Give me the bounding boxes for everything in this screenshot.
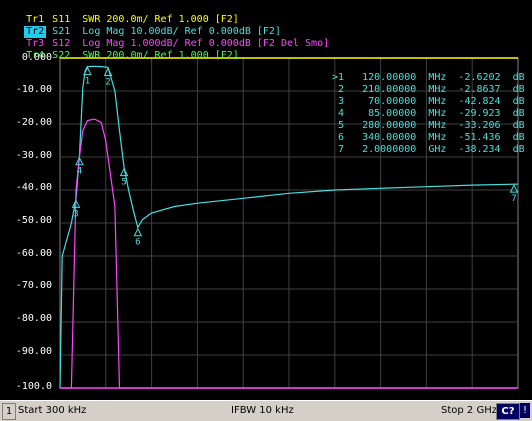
y-tick-label: 0.000 [21,52,52,63]
warning-flag: ! [520,403,530,418]
channel-indicator[interactable]: 1 [2,403,16,420]
marker-readout-row: 7 2.0000000 GHz -38.234 dB [332,144,525,155]
y-tick-label: -20.00 [15,117,52,128]
marker-readout-row: 3 70.00000 MHz -42.824 dB [332,96,525,107]
y-tick-label: -80.00 [15,313,52,324]
marker-readout-row: 2 210.00000 MHz -2.8637 dB [332,84,525,95]
marker-1-label: 1 [85,77,90,87]
marker-readout-row: 5 280.00000 MHz -33.206 dB [332,120,525,131]
marker-3-label: 3 [73,209,78,219]
marker-7-label: 7 [511,194,516,204]
marker-4-label: 4 [77,167,82,177]
y-tick-label: -30.00 [15,150,52,161]
trace-1-header[interactable]: Tr1 S11 SWR 200.0m/ Ref 1.000 [F2] [0,2,239,25]
status-bar: 1 Start 300 kHz IFBW 10 kHz Stop 2 GHz C… [0,400,532,421]
ifbw-setting[interactable]: IFBW 10 kHz [231,403,294,418]
marker-2-label: 2 [105,77,110,87]
y-tick-label: -50.00 [15,215,52,226]
trace-4-text: S22 SWR 200.0m/ Ref 1.000 [F2] [46,50,239,61]
calibration-status[interactable]: C? [496,403,520,420]
y-tick-label: -40.00 [15,182,52,193]
y-tick-label: -90.00 [15,346,52,357]
y-tick-label: -60.00 [15,248,52,259]
y-tick-label: -70.00 [15,280,52,291]
trace-2-header[interactable]: Tr2 S21 Log Mag 10.00dB/ Ref 0.000dB [F2… [0,14,281,38]
marker-readout-row: >1 120.00000 MHz -2.6202 dB [332,72,525,83]
marker-readout-row: 4 85.00000 MHz -29.923 dB [332,108,525,119]
y-tick-label: -10.00 [15,84,52,95]
marker-6-label: 6 [135,238,140,248]
trace-4-header[interactable]: Tr4 S22 SWR 200.0m/ Ref 1.000 [F2] [0,38,239,61]
start-frequency[interactable]: Start 300 kHz [18,403,86,418]
marker-readout-row: 6 340.00000 MHz -51.436 dB [332,132,525,143]
trace-3-header[interactable]: Tr3 S12 Log Mag 1.000dB/ Ref 0.000dB [F2… [0,26,329,49]
y-tick-label: -100.0 [15,381,52,392]
marker-5-label: 5 [121,178,126,188]
stop-frequency[interactable]: Stop 2 GHz [441,403,497,418]
